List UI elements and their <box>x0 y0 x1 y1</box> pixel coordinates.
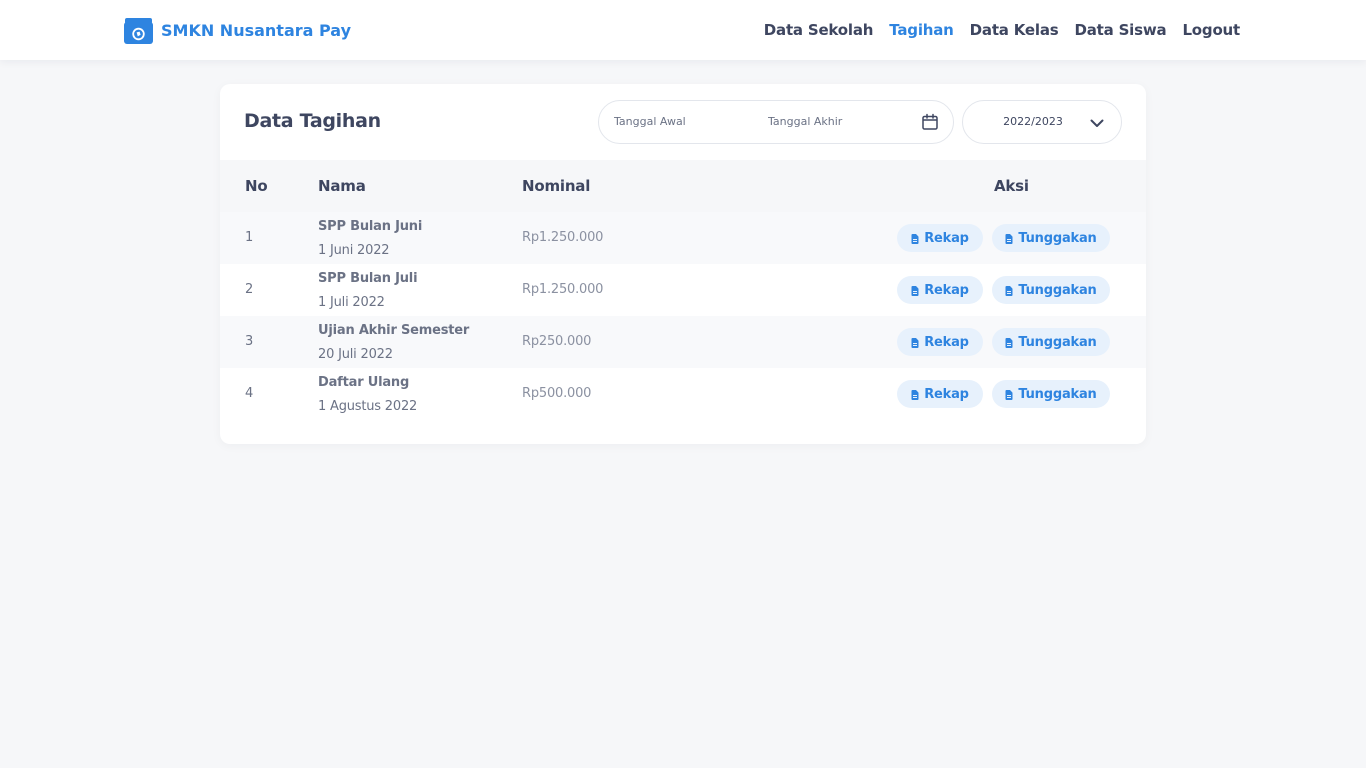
brand-name: SMKN Nusantara Pay <box>161 20 352 40</box>
row-name-cell: Daftar Ulang 1 Agustus 2022 <box>318 374 417 416</box>
rekap-button[interactable]: Rekap <box>897 380 983 408</box>
bill-name: SPP Bulan Juli <box>318 271 418 286</box>
row-number: 2 <box>245 282 254 297</box>
bill-date: 1 Juli 2022 <box>318 295 385 310</box>
bill-name: Daftar Ulang <box>318 375 410 390</box>
nav-data-kelas[interactable]: Data Kelas <box>970 21 1059 39</box>
row-name-cell: SPP Bulan Juli 1 Juli 2022 <box>318 270 418 312</box>
table-row: 4 Daftar Ulang 1 Agustus 2022 Rp500.000 … <box>220 368 1146 420</box>
nav-data-siswa[interactable]: Data Siswa <box>1074 21 1166 39</box>
file-icon <box>911 285 919 296</box>
main-nav: Data Sekolah Tagihan Data Kelas Data Sis… <box>764 0 1240 60</box>
bill-name: SPP Bulan Juni <box>318 219 423 234</box>
tunggakan-label: Tunggakan <box>1018 334 1097 350</box>
table-row: 1 SPP Bulan Juni 1 Juni 2022 Rp1.250.000… <box>220 212 1146 264</box>
bill-nominal: Rp1.250.000 <box>522 230 604 245</box>
bill-date: 1 Agustus 2022 <box>318 399 418 414</box>
rekap-label: Rekap <box>924 386 969 402</box>
rekap-label: Rekap <box>924 282 969 298</box>
page-title: Data Tagihan <box>244 110 381 132</box>
file-icon <box>1005 285 1013 296</box>
header-aksi: Aksi <box>994 177 1029 195</box>
tunggakan-button[interactable]: Tunggakan <box>992 380 1110 408</box>
file-icon <box>1005 389 1013 400</box>
end-date-input[interactable] <box>768 115 908 128</box>
tunggakan-button[interactable]: Tunggakan <box>992 276 1110 304</box>
file-icon <box>1005 337 1013 348</box>
wallet-icon <box>124 17 153 44</box>
bill-nominal: Rp500.000 <box>522 386 592 401</box>
tunggakan-button[interactable]: Tunggakan <box>992 328 1110 356</box>
year-select[interactable]: 2022/2023 <box>962 100 1122 144</box>
row-name-cell: Ujian Akhir Semester 20 Juli 2022 <box>318 322 469 364</box>
bill-name: Ujian Akhir Semester <box>318 323 470 338</box>
bill-nominal: Rp1.250.000 <box>522 282 604 297</box>
header-nama: Nama <box>318 177 366 195</box>
nav-tagihan[interactable]: Tagihan <box>889 21 954 39</box>
file-icon <box>911 337 919 348</box>
brand-link[interactable]: SMKN Nusantara Pay <box>124 16 351 44</box>
bill-nominal: Rp250.000 <box>522 334 592 349</box>
tunggakan-label: Tunggakan <box>1018 386 1097 402</box>
nav-data-sekolah[interactable]: Data Sekolah <box>764 21 874 39</box>
calendar-icon[interactable] <box>921 113 939 131</box>
header-no: No <box>245 177 268 195</box>
tunggakan-button[interactable]: Tunggakan <box>992 224 1110 252</box>
rekap-button[interactable]: Rekap <box>897 328 983 356</box>
tunggakan-label: Tunggakan <box>1018 230 1097 246</box>
rekap-label: Rekap <box>924 334 969 350</box>
table-header: No Nama Nominal Aksi <box>220 160 1146 212</box>
rekap-button[interactable]: Rekap <box>897 224 983 252</box>
file-icon <box>1005 233 1013 244</box>
table-row: 3 Ujian Akhir Semester 20 Juli 2022 Rp25… <box>220 316 1146 368</box>
row-number: 1 <box>245 230 254 245</box>
chevron-down-icon <box>1089 115 1105 131</box>
file-icon <box>911 233 919 244</box>
row-name-cell: SPP Bulan Juni 1 Juni 2022 <box>318 218 422 260</box>
file-icon <box>911 389 919 400</box>
year-selected-value: 2022/2023 <box>1003 115 1063 128</box>
table-row: 2 SPP Bulan Juli 1 Juli 2022 Rp1.250.000… <box>220 264 1146 316</box>
row-number: 3 <box>245 334 254 349</box>
rekap-button[interactable]: Rekap <box>897 276 983 304</box>
navbar: SMKN Nusantara Pay Data Sekolah Tagihan … <box>0 0 1366 60</box>
nav-logout[interactable]: Logout <box>1182 21 1240 39</box>
bill-date: 1 Juni 2022 <box>318 243 390 258</box>
tunggakan-label: Tunggakan <box>1018 282 1097 298</box>
header-nominal: Nominal <box>522 177 591 195</box>
tagihan-card: Data Tagihan 2022/2023 No Nama Nominal A… <box>220 84 1146 444</box>
start-date-input[interactable] <box>614 115 754 128</box>
date-range-picker[interactable] <box>598 100 954 144</box>
rekap-label: Rekap <box>924 230 969 246</box>
bill-date: 20 Juli 2022 <box>318 347 393 362</box>
row-number: 4 <box>245 386 254 401</box>
